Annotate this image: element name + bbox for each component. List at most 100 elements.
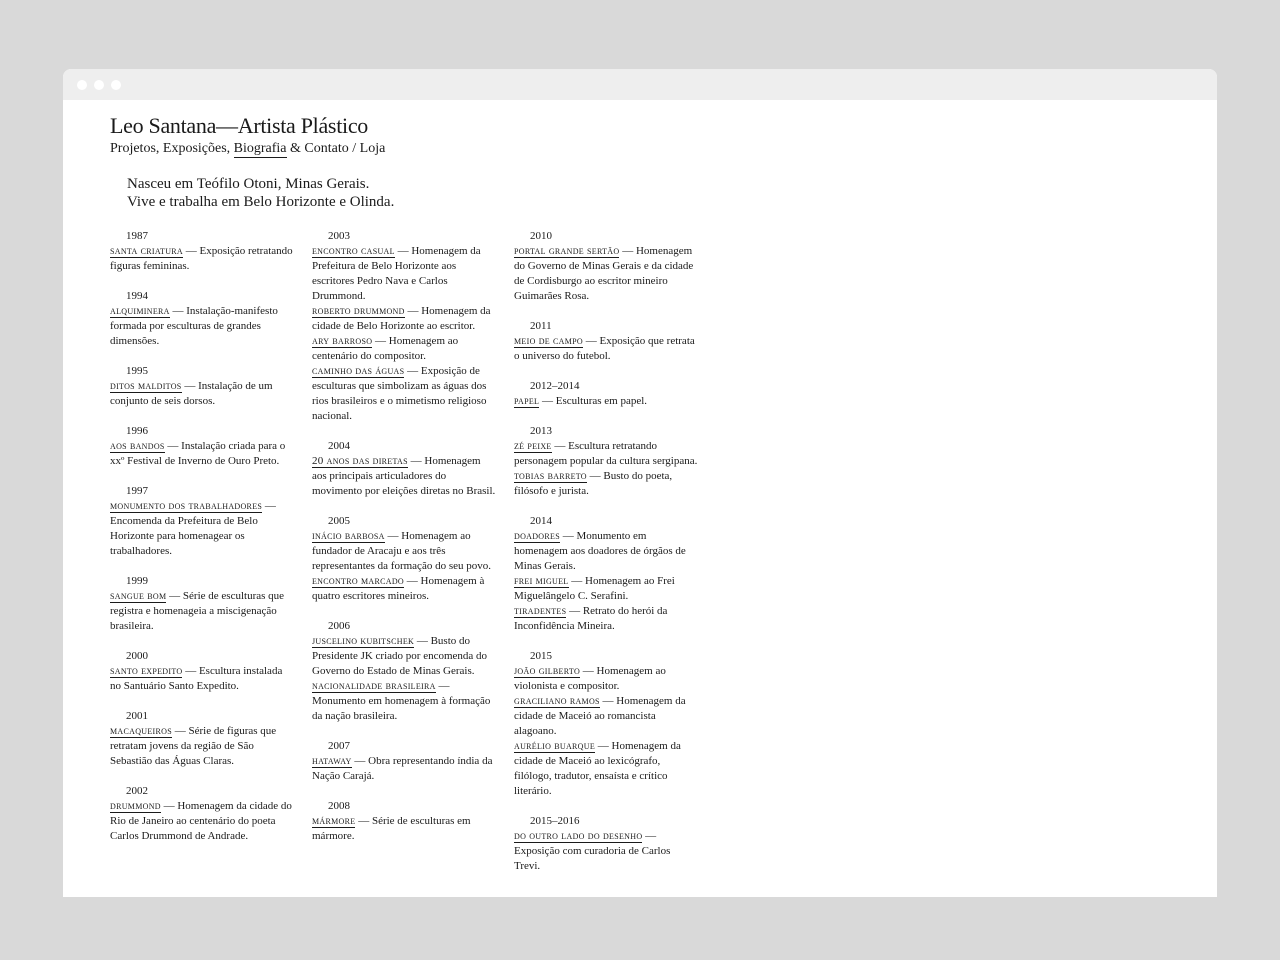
- work-item: Roberto Drummond — Homenagem da cidade d…: [312, 304, 497, 334]
- work-item: Monumento dos Trabalhadores — Encomenda …: [110, 499, 295, 559]
- work-item: Caminho das Águas — Exposição de escultu…: [312, 364, 497, 424]
- work-item: Alquiminera — Instalação-manifesto forma…: [110, 304, 295, 349]
- entry-year: 1999: [126, 575, 148, 587]
- browser-chrome: [63, 69, 1217, 100]
- timeline-entry: 1996 Aos Bandos — Instalação criada para …: [110, 424, 295, 469]
- timeline-entry: 2008 Mármore — Série de esculturas em már…: [312, 799, 497, 844]
- work-title-link[interactable]: Doadores: [514, 530, 560, 543]
- nav-contato[interactable]: & Contato: [287, 141, 349, 156]
- intro-line-residence: Vive e trabalha em Belo Horizonte e Olin…: [127, 194, 395, 210]
- work-title-link[interactable]: Drummond: [110, 800, 161, 813]
- timeline-entry: 2013 Zé Peixe — Escultura retratando pers…: [514, 424, 699, 499]
- work-title-link[interactable]: Santa Criatura: [110, 245, 183, 258]
- work-title-link[interactable]: Do Outro Lado do Desenho: [514, 830, 643, 843]
- work-title-link[interactable]: Hataway: [312, 755, 352, 768]
- main-nav: Projetos, Exposições, Biografia & Contat…: [110, 140, 1217, 158]
- timeline-entry: 2005 Inácio Barbosa — Homenagem ao fundad…: [312, 514, 497, 604]
- timeline-entry: 2010 Portal Grande Sertão — Homenagem do …: [514, 229, 699, 304]
- work-item: Doadores — Monumento em homenagem aos do…: [514, 529, 699, 574]
- work-title-link[interactable]: Graciliano Ramos: [514, 695, 600, 708]
- entry-year: 2007: [328, 740, 350, 752]
- work-item: Ditos Malditos — Instalação de um conjun…: [110, 379, 295, 409]
- work-title-link[interactable]: Encontro Casual: [312, 245, 395, 258]
- work-item: Tobias Barreto — Busto do poeta, filósof…: [514, 469, 699, 499]
- work-title-link[interactable]: Macaqueiros: [110, 725, 172, 738]
- work-item: Hataway — Obra representando índia da Na…: [312, 754, 497, 784]
- entry-year: 2002: [126, 785, 148, 797]
- work-title-link[interactable]: 20 Anos das Diretas: [312, 455, 408, 468]
- entry-year: 1995: [126, 365, 148, 377]
- browser-window: Leo Santana—Artista Plástico Projetos, E…: [63, 69, 1217, 897]
- work-title-link[interactable]: Santo Expedito: [110, 665, 183, 678]
- window-dot-icon[interactable]: [77, 80, 87, 90]
- work-title-link[interactable]: Juscelino Kubitschek: [312, 635, 415, 648]
- entry-year: 1997: [126, 485, 148, 497]
- page-content: Leo Santana—Artista Plástico Projetos, E…: [110, 113, 1217, 897]
- entry-year: 2006: [328, 620, 350, 632]
- work-title-link[interactable]: Meio de Campo: [514, 335, 583, 348]
- timeline-columns: 1987 Santa Criatura — Exposição retratand…: [110, 229, 716, 889]
- intro-line-birth: Nasceu em Teófilo Otoni, Minas Gerais.: [127, 176, 370, 192]
- work-title-link[interactable]: Sangue Bom: [110, 590, 167, 603]
- work-item: Zé Peixe — Escultura retratando personag…: [514, 439, 699, 469]
- work-item: Santo Expedito — Escultura instalada no …: [110, 664, 295, 694]
- work-item: Graciliano Ramos — Homenagem da cidade d…: [514, 694, 699, 739]
- work-title-link[interactable]: Alquiminera: [110, 305, 170, 318]
- work-item: Juscelino Kubitschek — Busto do Presiden…: [312, 634, 497, 679]
- work-title-link[interactable]: Aos Bandos: [110, 440, 165, 453]
- work-title-link[interactable]: Aurélio Buarque: [514, 740, 596, 753]
- work-title-link[interactable]: Ary Barroso: [312, 335, 373, 348]
- work-title-link[interactable]: Inácio Barbosa: [312, 530, 385, 543]
- timeline-entry: 2006 Juscelino Kubitschek — Busto do Pres…: [312, 619, 497, 724]
- timeline-column: 2010 Portal Grande Sertão — Homenagem do …: [514, 229, 699, 889]
- window-dot-icon[interactable]: [94, 80, 104, 90]
- entry-year: 2010: [530, 230, 552, 242]
- work-title-link[interactable]: Ditos Malditos: [110, 380, 182, 393]
- entry-year: 2013: [530, 425, 552, 437]
- work-item: Papel — Esculturas em papel.: [514, 394, 699, 409]
- work-title-link[interactable]: Frei Miguel: [514, 575, 569, 588]
- work-title-link[interactable]: Tiradentes: [514, 605, 567, 618]
- timeline-entry: 1997 Monumento dos Trabalhadores — Encome…: [110, 484, 295, 559]
- entry-year: 2015: [530, 650, 552, 662]
- entry-year: 1994: [126, 290, 148, 302]
- work-title-link[interactable]: Zé Peixe: [514, 440, 552, 453]
- work-title-link[interactable]: Tobias Barreto: [514, 470, 587, 483]
- work-item: Ary Barroso — Homenagem ao centenário do…: [312, 334, 497, 364]
- work-title-link[interactable]: Nacionalidade Brasileira: [312, 680, 436, 693]
- work-item: Encontro Casual — Homenagem da Prefeitur…: [312, 244, 497, 304]
- timeline-column: 1987 Santa Criatura — Exposição retratand…: [110, 229, 295, 889]
- work-title-link[interactable]: Mármore: [312, 815, 356, 828]
- nav-loja[interactable]: / Loja: [349, 141, 385, 156]
- work-item: Portal Grande Sertão — Homenagem do Gove…: [514, 244, 699, 304]
- entry-year: 2014: [530, 515, 552, 527]
- timeline-entry: 2011 Meio de Campo — Exposição que retrat…: [514, 319, 699, 364]
- entry-year: 2000: [126, 650, 148, 662]
- work-item: Do Outro Lado do Desenho — Exposição com…: [514, 829, 699, 874]
- site-title[interactable]: Leo Santana—Artista Plástico: [110, 113, 1217, 139]
- work-item: Mármore — Série de esculturas em mármore…: [312, 814, 497, 844]
- work-title-link[interactable]: João Gilberto: [514, 665, 581, 678]
- work-title-link[interactable]: Roberto Drummond: [312, 305, 405, 318]
- work-title-link[interactable]: Portal Grande Sertão: [514, 245, 620, 258]
- timeline-entry: 1995 Ditos Malditos — Instalação de um co…: [110, 364, 295, 409]
- work-item: Drummond — Homenagem da cidade do Rio de…: [110, 799, 295, 844]
- work-title-link[interactable]: Monumento dos Trabalhadores: [110, 500, 263, 513]
- work-title-link[interactable]: Caminho das Águas: [312, 365, 405, 378]
- entry-year: 2015–2016: [530, 815, 580, 827]
- entry-year: 2012–2014: [530, 380, 580, 392]
- entry-year: 2005: [328, 515, 350, 527]
- entry-year: 2011: [530, 320, 552, 332]
- work-item: Tiradentes — Retrato do herói da Inconfi…: [514, 604, 699, 634]
- nav-exposicoes[interactable]: Exposições,: [159, 141, 230, 156]
- timeline-entry: 2002 Drummond — Homenagem da cidade do Ri…: [110, 784, 295, 844]
- timeline-entry: 1994 Alquiminera — Instalação-manifesto f…: [110, 289, 295, 349]
- work-title-link[interactable]: Encontro Marcado: [312, 575, 404, 588]
- nav-projetos[interactable]: Projetos,: [110, 141, 159, 156]
- entry-year: 1987: [126, 230, 148, 242]
- nav-biografia[interactable]: Biografia: [233, 141, 287, 158]
- work-item: 20 Anos das Diretas — Homenagem aos prin…: [312, 454, 497, 499]
- work-item: Sangue Bom — Série de esculturas que reg…: [110, 589, 295, 634]
- work-title-link[interactable]: Papel: [514, 395, 540, 408]
- window-dot-icon[interactable]: [111, 80, 121, 90]
